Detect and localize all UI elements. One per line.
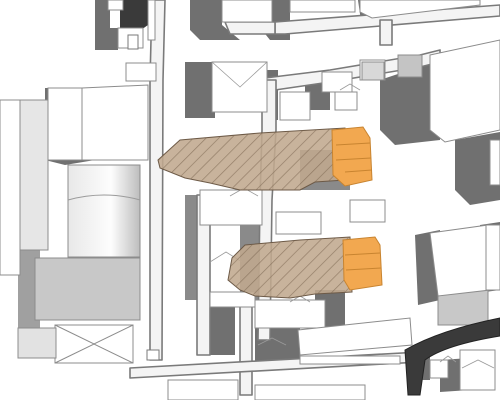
building-top-center-2 xyxy=(289,0,356,13)
shadow-center-1 xyxy=(185,62,215,118)
shadow-top-left-2 xyxy=(120,0,148,32)
site-plan-svg xyxy=(0,0,500,400)
building-lower-strip xyxy=(299,355,401,365)
lane-south xyxy=(239,299,253,396)
building-left-upper-wide xyxy=(81,84,149,161)
building-bottom-right-a xyxy=(429,359,449,379)
road-right-stub xyxy=(379,19,393,46)
site-plan-map xyxy=(0,0,500,400)
small-marker-top xyxy=(127,34,139,50)
building-right-middle xyxy=(429,224,491,297)
building-center-small-3 xyxy=(334,91,358,111)
building-bottom-left-small xyxy=(17,327,57,359)
shadow-top-left-3 xyxy=(95,28,118,50)
building-right-grey-2 xyxy=(361,61,385,81)
building-top-left-a xyxy=(107,0,124,11)
building-cylinder xyxy=(67,164,141,258)
plaza-left xyxy=(34,257,141,321)
building-right-grey xyxy=(397,54,423,78)
proposed-south-facade-highlight xyxy=(342,236,383,291)
building-center-small-2 xyxy=(321,71,353,93)
building-top-center xyxy=(221,0,273,23)
building-center-small xyxy=(279,91,311,121)
building-top-left-d xyxy=(147,0,156,41)
small-marker-kiosk xyxy=(146,349,160,361)
road-top-connector xyxy=(224,21,276,35)
building-far-left xyxy=(0,99,21,276)
proposed-south-hatch xyxy=(228,237,352,298)
building-lower-center-a xyxy=(209,291,256,308)
building-top-left-c xyxy=(125,62,157,82)
proposed-block-south[interactable] xyxy=(227,236,383,299)
building-bottom-center-2 xyxy=(254,384,366,400)
building-middle-east xyxy=(275,211,322,235)
proposed-north-facade-highlight xyxy=(331,126,373,187)
road-main-vertical xyxy=(149,0,166,361)
building-bottom-center xyxy=(167,379,239,400)
building-middle-east-2 xyxy=(349,199,386,223)
building-right-large xyxy=(429,39,500,143)
building-right-middle-edge xyxy=(485,224,500,291)
building-right-edge xyxy=(489,139,500,186)
building-bottom-right-b xyxy=(459,349,496,391)
wall-left xyxy=(19,99,49,251)
building-lower-center-b xyxy=(254,299,326,329)
